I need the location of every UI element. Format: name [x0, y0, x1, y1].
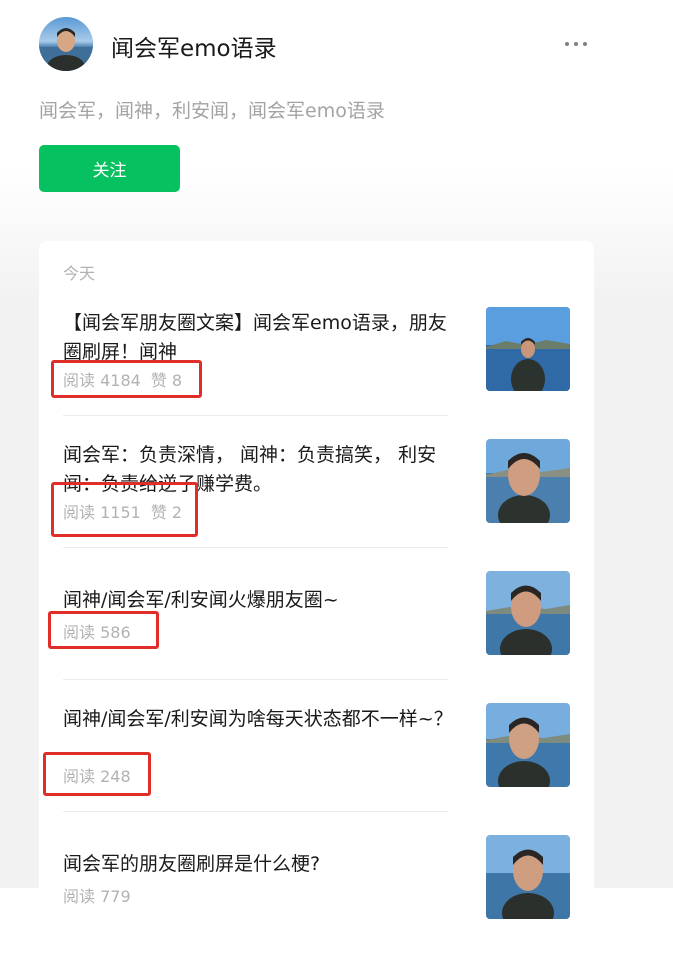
article-thumbnail[interactable]: [486, 703, 570, 787]
article-title: 闻神/闻会军/利安闻为啥每天状态都不一样~？: [63, 708, 453, 730]
divider: [63, 679, 448, 680]
highlight-box: [43, 752, 151, 796]
highlight-box: [51, 360, 202, 398]
divider: [63, 415, 448, 416]
article-thumbnail[interactable]: [486, 571, 570, 655]
highlight-box: [48, 611, 159, 649]
account-description: 闻会军，闻神，利安闻，闻会军emo语录: [39, 100, 385, 122]
article-thumbnail[interactable]: [486, 307, 570, 391]
account-avatar[interactable]: [39, 17, 93, 71]
article-title: 闻会军的朋友圈刷屏是什么梗?: [63, 853, 321, 875]
day-label: 今天: [63, 264, 96, 283]
article-thumbnail[interactable]: [486, 439, 570, 523]
article-thumbnail[interactable]: [486, 835, 570, 919]
account-header: 闻会军emo语录 闻会军，闻神，利安闻，闻会军emo语录 关注: [0, 0, 673, 230]
article-list-card: 今天 【闻会军朋友圈文案】闻会军emo语录，朋友圈刷屏！闻神 阅读 4184 赞 …: [39, 241, 594, 919]
article-stats: 阅读 779: [63, 883, 141, 907]
divider: [63, 547, 448, 548]
divider: [63, 811, 448, 812]
account-name: 闻会军emo语录: [111, 36, 277, 62]
highlight-box: [51, 482, 198, 537]
article-item[interactable]: 闻会军的朋友圈刷屏是什么梗? 阅读 779: [39, 825, 594, 957]
more-dots-icon[interactable]: [560, 33, 592, 55]
follow-button[interactable]: 关注: [39, 145, 180, 192]
article-title: 【闻会军朋友圈文案】闻会军emo语录，朋友圈刷屏！闻神: [63, 312, 447, 363]
read-count: 阅读 779: [63, 887, 131, 906]
